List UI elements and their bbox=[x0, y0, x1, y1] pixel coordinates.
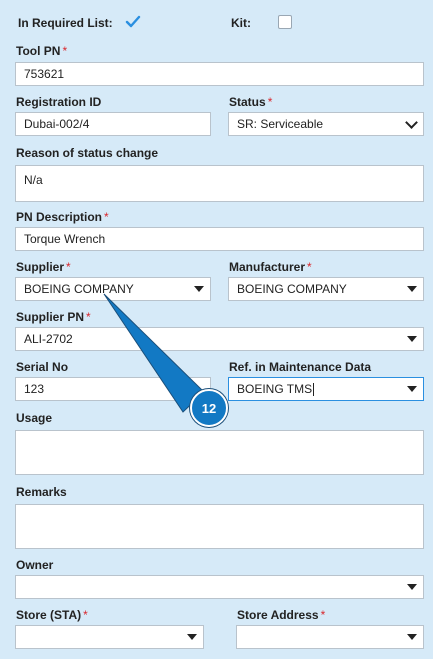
serial-no-input[interactable]: 123 bbox=[15, 377, 211, 401]
required-list-checkbox[interactable] bbox=[125, 15, 141, 29]
tool-pn-label: Tool PN * bbox=[16, 44, 68, 58]
remarks-label: Remarks bbox=[16, 485, 67, 499]
pn-description-label: PN Description * bbox=[16, 210, 109, 224]
dropdown-arrow-icon bbox=[194, 286, 204, 292]
supplier-select[interactable]: BOEING COMPANY bbox=[15, 277, 211, 301]
reason-textarea[interactable]: N/a bbox=[15, 165, 424, 202]
remarks-textarea[interactable] bbox=[15, 504, 424, 549]
kit-label: Kit: bbox=[231, 16, 251, 30]
supplier-pn-select[interactable]: ALI-2702 bbox=[15, 327, 424, 351]
status-label: Status * bbox=[229, 95, 273, 109]
store-sta-label: Store (STA) * bbox=[16, 608, 88, 622]
checkmark-icon bbox=[125, 15, 141, 28]
dropdown-arrow-icon bbox=[187, 634, 197, 640]
tool-pn-input[interactable]: 753621 bbox=[15, 62, 424, 86]
callout-badge: 12 bbox=[190, 389, 228, 427]
owner-label: Owner bbox=[16, 558, 54, 572]
serial-no-label: Serial No bbox=[16, 360, 69, 374]
dropdown-arrow-icon bbox=[407, 584, 417, 590]
supplier-pn-label: Supplier PN * bbox=[16, 310, 91, 324]
registration-id-input[interactable]: Dubai-002/4 bbox=[15, 112, 211, 136]
usage-textarea[interactable] bbox=[15, 430, 424, 475]
dropdown-arrow-icon bbox=[407, 336, 417, 342]
registration-id-label: Registration ID bbox=[16, 95, 102, 109]
usage-label: Usage bbox=[16, 411, 53, 425]
dropdown-arrow-icon bbox=[407, 634, 417, 640]
supplier-label: Supplier * bbox=[16, 260, 71, 274]
reason-label: Reason of status change bbox=[16, 146, 159, 160]
required-list-label: In Required List: bbox=[18, 16, 113, 30]
status-select[interactable]: SR: Serviceable bbox=[228, 112, 424, 136]
store-address-label: Store Address * bbox=[237, 608, 326, 622]
store-sta-select[interactable] bbox=[15, 625, 204, 649]
manufacturer-select[interactable]: BOEING COMPANY bbox=[228, 277, 424, 301]
owner-select[interactable] bbox=[15, 575, 424, 599]
dropdown-arrow-icon bbox=[407, 386, 417, 392]
chevron-down-icon bbox=[405, 116, 418, 129]
text-cursor bbox=[313, 382, 315, 396]
dropdown-arrow-icon bbox=[407, 286, 417, 292]
ref-maintenance-label: Ref. in Maintenance Data bbox=[229, 360, 372, 374]
kit-checkbox[interactable] bbox=[278, 15, 292, 29]
manufacturer-label: Manufacturer * bbox=[229, 260, 312, 274]
ref-maintenance-select[interactable]: BOEING TMS bbox=[228, 377, 424, 401]
store-address-select[interactable] bbox=[236, 625, 424, 649]
pn-description-input[interactable]: Torque Wrench bbox=[15, 227, 424, 251]
